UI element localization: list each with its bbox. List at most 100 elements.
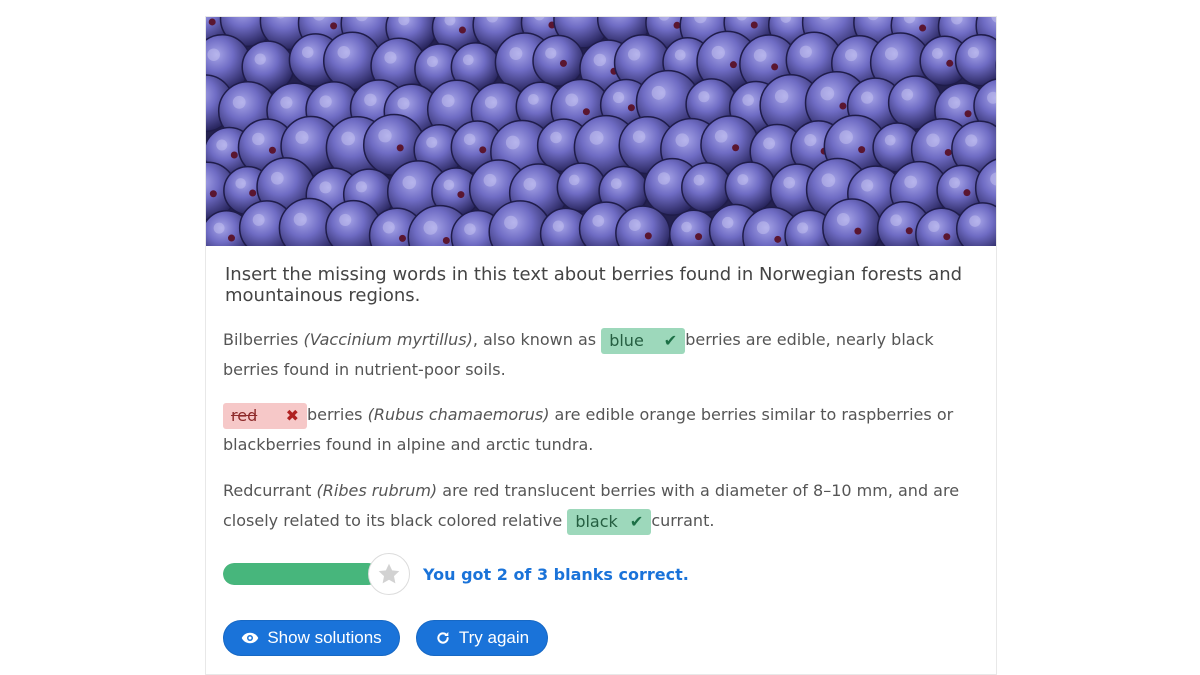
berry-highlight [737,174,749,186]
berry-highlight [820,86,835,101]
berry-highlight [592,214,605,227]
berry-crown [396,144,404,152]
berry-highlight [441,94,455,108]
berry-highlight [948,96,961,109]
berry-crown [943,233,951,241]
paragraph-cloudberries: red ✖ berries (Rubus chamaemorus) are edib… [223,400,983,460]
berry-highlight [568,174,580,186]
text-segment: currant. [651,511,715,530]
berry-highlight [926,133,940,147]
checkmark-icon: ✔ [663,330,678,350]
berry-highlight [254,53,266,65]
berry-highlight [319,181,332,194]
berry-highlight [967,47,980,59]
berry-highlight [523,177,537,191]
berry-highlight [319,95,332,108]
berry-highlight [932,48,943,59]
berry-crown [963,189,971,197]
berry-highlight [426,55,438,67]
paragraph-bilberries: Bilberries (Vaccinium myrtillus), also k… [223,325,983,385]
berry-highlight [884,47,899,61]
answer-blank-1[interactable]: blue ✔ [601,327,686,354]
berry-crown [771,63,779,71]
text-segment: , also known as [472,330,602,349]
score-progress-bar [223,563,379,585]
berry-crown [729,61,737,69]
berry-highlight [463,133,476,146]
try-again-label: Try again [458,628,530,647]
berry-highlight [270,171,284,185]
star-badge [368,553,410,595]
berry-highlight [674,49,686,61]
berry-crown [479,146,487,154]
berry-highlight [397,97,410,110]
berry-crown [627,104,635,112]
berry-highlight [378,129,392,143]
berry-highlight [337,45,351,59]
berry-highlight [235,178,246,189]
berry-crown [695,233,703,241]
berry-highlight [774,89,789,103]
question-text: Insert the missing words in this text ab… [225,264,963,306]
berry-highlight [901,88,914,101]
paragraph-redcurrant: Redcurrant (Ribes rubrum) are red transl… [223,476,983,536]
berry-highlight [693,174,705,186]
text-segment: Bilberries [223,330,304,349]
berry [995,60,996,71]
try-again-button[interactable]: Try again [416,620,548,656]
berry-highlight [804,134,817,147]
berries-illustration [206,17,996,246]
berry-highlight [753,48,767,62]
berry-highlight [651,85,666,100]
berry-highlight [565,93,579,107]
berry-highlight [839,130,853,144]
berry-highlight [783,176,796,189]
berry-highlight [232,95,246,109]
berry-crown [227,234,235,242]
show-solutions-button[interactable]: Show solutions [223,620,400,656]
berry-highlight [799,45,812,58]
refresh-icon [437,632,449,644]
berry-highlight [293,212,307,226]
berry-highlight [552,220,564,232]
berry-crown [208,18,216,26]
berry-crown [330,22,338,30]
berry-highlight [545,47,557,59]
berry-highlight [464,223,476,235]
show-solutions-label: Show solutions [267,628,382,647]
berry-crown [905,227,913,235]
berry-crown [854,227,862,235]
berry-crown [582,108,590,116]
berry-highlight [861,179,874,192]
berry-highlight [632,130,646,143]
score-row: You got 2 of 3 blanks correct. [223,553,983,597]
score-progress-fill [223,563,379,585]
berry-highlight [610,178,622,190]
berry-crown [919,24,927,32]
berry-highlight [861,91,874,104]
text-segment: berries [307,405,368,424]
answer-blank-2[interactable]: red ✖ [223,402,307,429]
berry-highlight [384,51,397,64]
berry-crown [946,59,954,67]
berry-crown [858,146,866,154]
berry-highlight [443,179,455,191]
berry-crown [249,189,257,197]
berry-crown [442,236,450,244]
berry-highlight [484,96,498,109]
berry-highlight [593,53,607,67]
berry-highlight [763,137,776,150]
berry-highlight [550,131,562,144]
berry-highlight [504,215,518,230]
berry [532,34,585,87]
berries-image [206,17,996,246]
berry-highlight [426,136,438,148]
berry-highlight [252,132,265,146]
berry-highlight [295,130,309,144]
answer-blank-3[interactable]: black ✔ [567,508,652,535]
berry-highlight [628,219,641,232]
berry-highlight [797,222,809,234]
berry-highlight [884,134,896,146]
berry-highlight [423,220,438,235]
berry-highlight [509,47,523,60]
